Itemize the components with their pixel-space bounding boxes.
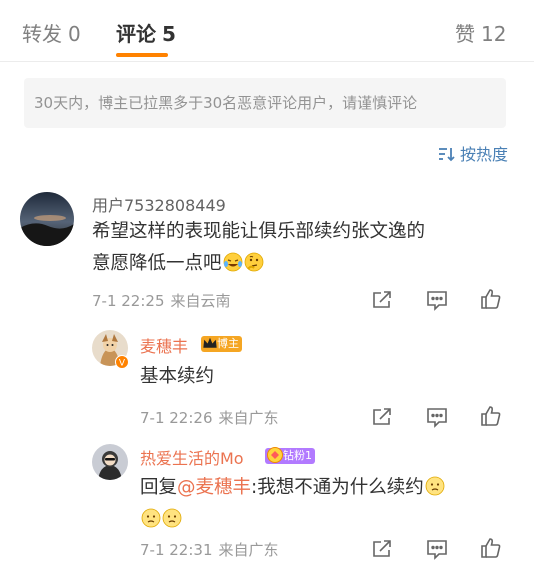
tab-reposts[interactable]: 转发 0 xyxy=(22,18,81,47)
comment-location: 来自云南 xyxy=(170,292,231,310)
tab-reposts-label: 转发 xyxy=(22,22,62,46)
crown-icon xyxy=(202,334,218,357)
comment-text: 希望这样的表现能让俱乐部续约张文逸的 意愿降低一点吧 xyxy=(92,216,425,280)
fan-badge: 钻粉1 xyxy=(265,447,315,464)
reply-username[interactable]: 热爱生活的Mo xyxy=(140,445,244,469)
tab-bar: 转发 0 评论 5 赞 12 xyxy=(0,0,534,62)
share-icon[interactable] xyxy=(370,288,394,312)
tab-reposts-count: 0 xyxy=(68,22,81,46)
svg-text:V: V xyxy=(119,359,126,369)
tab-comments[interactable]: 评论 5 xyxy=(116,18,176,47)
comment-icon[interactable] xyxy=(425,537,449,561)
share-icon[interactable] xyxy=(370,537,394,561)
comment-time: 7-1 22:25 xyxy=(92,292,165,310)
verified-badge-icon: V xyxy=(115,354,129,373)
avatar[interactable] xyxy=(20,192,74,246)
comment-icon[interactable] xyxy=(425,288,449,312)
tab-likes-label: 赞 xyxy=(455,22,475,46)
tab-likes[interactable]: 赞 12 xyxy=(455,18,506,47)
avatar[interactable] xyxy=(92,444,128,480)
comment-username[interactable]: 用户7532808449 xyxy=(92,192,226,216)
comment-icon[interactable] xyxy=(425,405,449,429)
reply-prefix: 回复 xyxy=(140,477,178,498)
fan-level-icon xyxy=(266,446,284,469)
reply-username[interactable]: 麦穗丰 xyxy=(140,333,188,357)
comment-text-line1: 希望这样的表现能让俱乐部续约张文逸的 xyxy=(92,221,426,242)
comment-text-line2: 意愿降低一点吧 xyxy=(92,253,222,274)
reply-body: :我想不通为什么续约 xyxy=(251,477,424,498)
fan-badge-label: 钻粉1 xyxy=(283,449,312,462)
thinking-emoji-icon xyxy=(244,251,264,272)
reply-location: 来自广东 xyxy=(218,409,279,427)
tab-comments-count: 5 xyxy=(162,22,176,46)
reply-meta: 7-1 22:31 来自广东 xyxy=(140,539,279,560)
puzzled-emoji-icon xyxy=(141,507,161,528)
puzzled-emoji-icon xyxy=(162,507,182,528)
like-icon[interactable] xyxy=(479,287,503,311)
tab-comments-label: 评论 xyxy=(116,22,156,46)
puzzled-emoji-icon xyxy=(425,475,445,496)
tab-divider xyxy=(0,61,534,62)
tab-likes-count: 12 xyxy=(481,22,507,46)
laughing-tears-emoji-icon xyxy=(223,251,243,272)
sort-by-hot-button[interactable]: 按热度 xyxy=(438,141,508,166)
share-icon[interactable] xyxy=(370,405,394,429)
reply-meta: 7-1 22:26 来自广东 xyxy=(140,407,279,428)
active-tab-indicator xyxy=(116,53,168,57)
comment-meta: 7-1 22:25 来自云南 xyxy=(92,290,231,311)
comment-notice: 30天内，博主已拉黑多于30名恶意评论用户，请谨慎评论 xyxy=(24,78,506,128)
mention-link[interactable]: @麦穗丰 xyxy=(177,477,251,498)
reply-time: 7-1 22:31 xyxy=(140,541,213,559)
like-icon[interactable] xyxy=(479,404,503,428)
like-icon[interactable] xyxy=(479,536,503,560)
reply-text: 回复@麦穗丰:我想不通为什么续约 xyxy=(140,472,510,536)
reply-text: 基本续约 xyxy=(140,366,215,387)
sort-label: 按热度 xyxy=(459,145,508,164)
author-badge-label: 博主 xyxy=(217,337,239,350)
reply-time: 7-1 22:26 xyxy=(140,409,213,427)
reply-location: 来自广东 xyxy=(218,541,279,559)
author-badge: 博主 xyxy=(201,336,242,352)
sort-icon xyxy=(438,146,456,166)
